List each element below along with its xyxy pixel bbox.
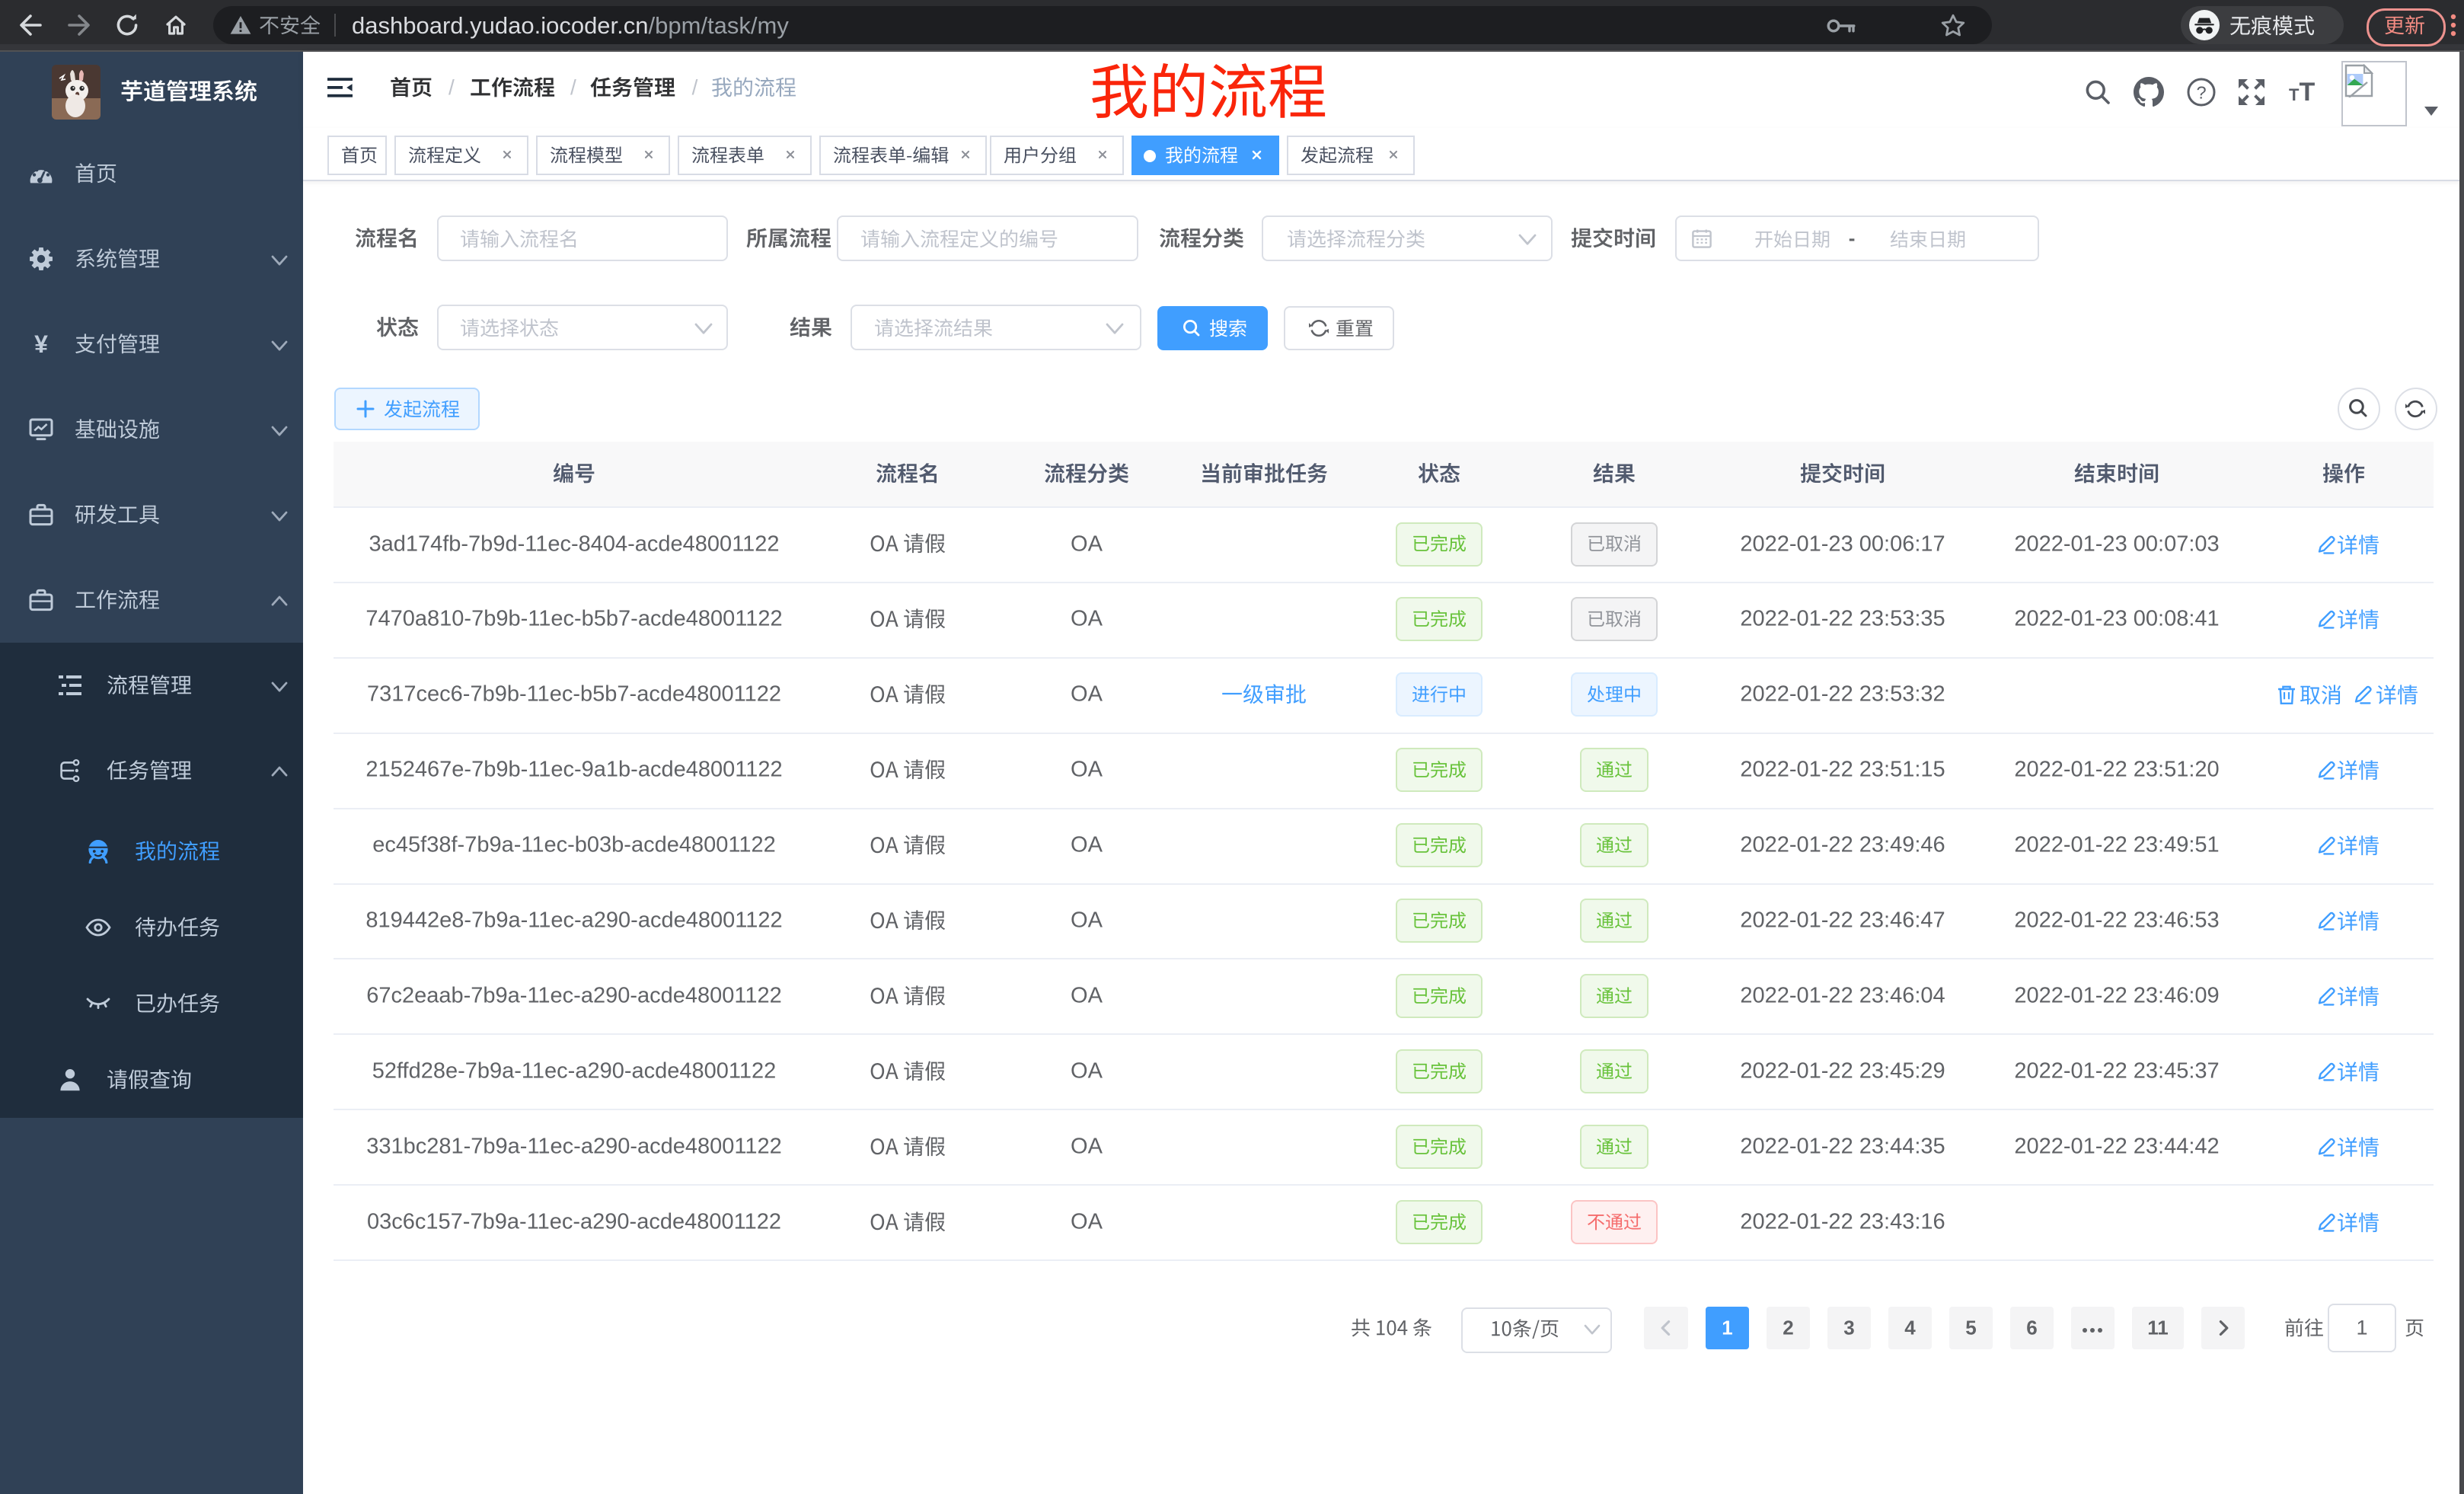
svg-text:?: ?	[2196, 82, 2206, 102]
